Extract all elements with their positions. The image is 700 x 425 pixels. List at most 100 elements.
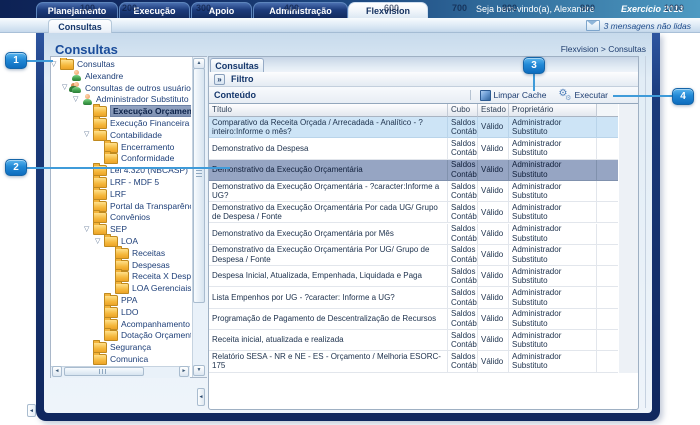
panel-tab-consultas[interactable]: Consultas (210, 58, 264, 72)
tree-item-label: Receitas (132, 248, 165, 258)
window-inner-divider (645, 56, 646, 408)
breadcrumb: Flexvision > Consultas (561, 44, 646, 54)
column-header-estado[interactable]: Estado (478, 104, 509, 117)
cell-filler (597, 266, 618, 287)
subnav-tab-consultas[interactable]: Consultas (48, 19, 112, 33)
top-nav-bar: PlanejamentoExecuçãoApoioAdministraçãoFl… (0, 0, 700, 18)
cell-estado: Válido (478, 160, 509, 181)
tree-item[interactable]: Execução Financeira (84, 117, 189, 129)
tree-expander-icon[interactable] (62, 82, 71, 93)
user-icon (71, 70, 82, 81)
ruler-number: 900 (580, 3, 595, 13)
table-row[interactable]: Receita inicial, atualizada e realizadaS… (209, 330, 618, 351)
tree-item[interactable]: Consultas (51, 58, 115, 70)
tree-item[interactable]: Receitas (106, 247, 165, 259)
window-collapse-button[interactable] (27, 404, 36, 417)
tree-expander-icon[interactable] (84, 224, 93, 235)
tree-item[interactable]: Comunica (84, 353, 148, 365)
table-row[interactable]: Demonstrativo da DespesaSaldos Contábeis… (209, 138, 618, 159)
cell-estado: Válido (478, 351, 509, 372)
cell-titulo: Demonstrativo da Execução Orçamentária P… (209, 202, 448, 223)
tree-item[interactable]: Consultas de outros usuários (62, 82, 191, 94)
callout-line-2 (26, 167, 230, 169)
messages-indicator[interactable]: 3 mensagens não lidas (586, 20, 691, 31)
tree-item[interactable]: LDO (95, 306, 138, 318)
cell-estado: Válido (478, 202, 509, 223)
cell-cubo: Saldos Contábeis (448, 202, 478, 223)
table-row[interactable]: Demonstrativo da Execução Orçamentária P… (209, 202, 618, 223)
table-row[interactable]: Despesa Inicial, Atualizada, Empenhada, … (209, 266, 618, 287)
ruler-number: 800 (502, 3, 517, 13)
tree-item[interactable]: LOA Gerenciais (106, 282, 191, 294)
tree-expander-icon[interactable] (73, 94, 82, 105)
tree-item-label: Receita X Despes (132, 271, 191, 281)
clear-cache-label: Limpar Cache (494, 90, 547, 100)
clear-cache-button[interactable]: Limpar Cache (480, 90, 547, 101)
scroll-right-icon[interactable] (179, 366, 189, 377)
table-row[interactable]: Demonstrativo da Execução Orçamentária -… (209, 181, 618, 202)
ruler-number: 100 (80, 3, 95, 13)
tree-item-label: Portal da Transparência (110, 201, 191, 211)
ruler-number: 700 (452, 3, 467, 13)
cell-filler (597, 181, 618, 202)
tree-item[interactable]: Dotação Orçamentár (95, 329, 191, 341)
cell-estado: Válido (478, 266, 509, 287)
tree-item-label: Convênios (110, 212, 150, 222)
cell-titulo: Receita inicial, atualizada e realizada (209, 330, 448, 351)
cell-titulo: Demonstrativo da Despesa (209, 138, 448, 159)
tree-item-label: Execução Orçamenta (110, 105, 191, 117)
cell-proprietario: Administrador Substituto (509, 287, 597, 308)
table-row[interactable]: Lista Empenhos por UG - ?caracter: Infor… (209, 287, 618, 308)
cell-estado: Válido (478, 138, 509, 159)
column-header-proprietario[interactable]: Proprietário (509, 104, 597, 117)
tree-expander-icon[interactable] (84, 129, 93, 140)
cell-cubo: Saldos Contábeis (448, 309, 478, 330)
tree-item[interactable]: Conformidade (95, 152, 174, 164)
ruler-number: 400 (284, 3, 299, 13)
cell-filler (597, 138, 618, 159)
tree-item[interactable]: Portal da Transparência (84, 200, 191, 212)
ruler-number: 300 (196, 3, 211, 13)
cell-titulo: Demonstrativo da Execução Orçamentária -… (209, 181, 448, 202)
table-row[interactable]: Relatório SESA - NR e NE - ES - Orçament… (209, 351, 618, 372)
cell-cubo: Saldos Contábeis (448, 245, 478, 266)
cell-estado: Válido (478, 245, 509, 266)
filter-expand-icon[interactable] (214, 74, 225, 85)
tree-item[interactable]: PPA (95, 294, 137, 306)
scroll-left-icon[interactable] (52, 366, 62, 377)
cell-titulo: Despesa Inicial, Atualizada, Empenhada, … (209, 266, 448, 287)
panel-right-gap (619, 104, 638, 373)
cell-titulo: Demonstrativo da Execução Orçamentária p… (209, 224, 448, 245)
cell-proprietario: Administrador Substituto (509, 138, 597, 159)
table-row[interactable]: Demonstrativo da Execução Orçamentária P… (209, 245, 618, 266)
execute-button[interactable]: Executar (558, 90, 608, 101)
top-nav-tab-administrao[interactable]: Administração (253, 2, 348, 18)
tree-item[interactable]: Execução Orçamenta (84, 105, 191, 117)
cell-cubo: Saldos Contábeis (448, 160, 478, 181)
table-row[interactable]: Comparativo da Receita Orçada / Arrecada… (209, 117, 618, 138)
tree-item[interactable]: Administrador Substituto (73, 93, 189, 105)
column-header-cubo[interactable]: Cubo (448, 104, 478, 117)
ruler-number: 1000 (664, 3, 684, 13)
table-row[interactable]: Demonstrativo da Execução Orçamentária p… (209, 224, 618, 245)
cell-cubo: Saldos Contábeis (448, 117, 478, 138)
tree-item-label: Acompanhamento (121, 319, 190, 329)
top-nav-tab-planejamento[interactable]: Planejamento (36, 2, 118, 18)
tree-vscroll-thumb[interactable] (193, 68, 205, 303)
tree-item-label: Conformidade (121, 153, 174, 163)
table-row[interactable]: Programação de Pagamento de Descentraliz… (209, 309, 618, 330)
tree-item[interactable]: Alexandre (62, 70, 123, 82)
tree-item[interactable]: Contabilidade (84, 129, 162, 141)
panel-collapse-button[interactable] (197, 388, 205, 406)
cell-proprietario: Administrador Substituto (509, 245, 597, 266)
tree-hscroll-grip (99, 369, 107, 374)
tree-expander-icon[interactable] (95, 236, 104, 247)
tree-item[interactable]: LRF (84, 188, 126, 200)
column-header-titulo[interactable]: Título (209, 104, 448, 117)
cell-cubo: Saldos Contábeis (448, 224, 478, 245)
tree-item-label: Consultas (77, 59, 115, 69)
filter-bar[interactable]: Filtro (209, 72, 638, 87)
scroll-down-icon[interactable] (193, 365, 205, 376)
cell-proprietario: Administrador Substituto (509, 309, 597, 330)
table-row[interactable]: Demonstrativo da Execução OrçamentáriaSa… (209, 160, 618, 181)
